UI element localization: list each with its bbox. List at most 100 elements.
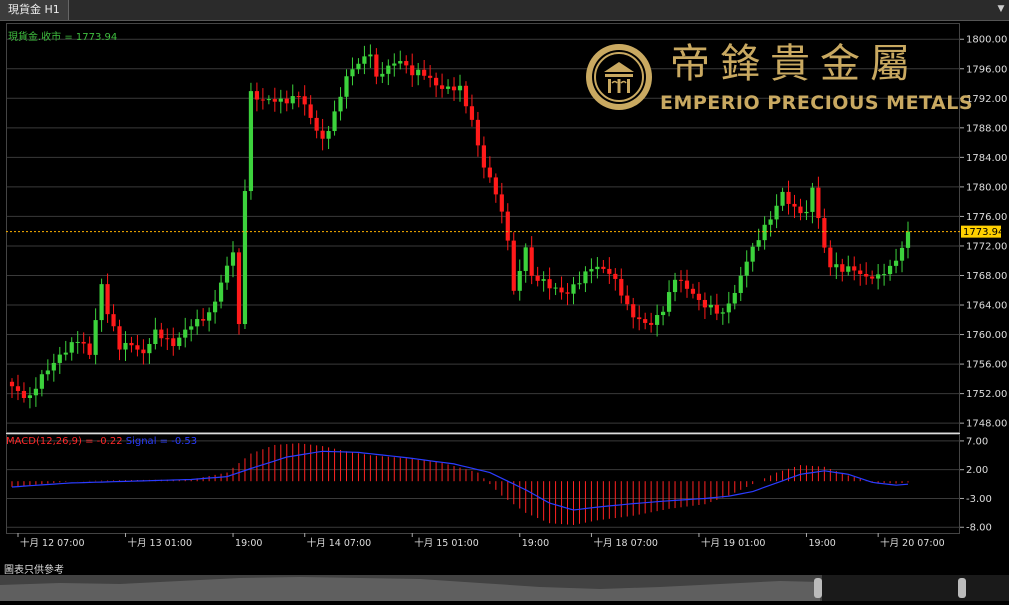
candle-body — [195, 319, 200, 327]
time-tick-label: 19:00 — [808, 538, 835, 549]
candle-body — [559, 287, 564, 293]
candle-body — [882, 274, 887, 276]
macd-tick-label: -3.00 — [966, 494, 992, 505]
candle-body — [248, 91, 254, 192]
candle-body — [278, 98, 283, 102]
price-tick-label: 1780.00 — [966, 182, 1007, 193]
candle-body — [529, 247, 534, 276]
candle-body — [290, 96, 295, 104]
logo-chinese-text: 帝鋒貴金屬 — [670, 41, 920, 87]
time-tick-label: 十月 20 07:00 — [880, 537, 945, 549]
candle-body — [428, 75, 433, 78]
candle-body — [822, 218, 827, 248]
price-tick-label: 1772.00 — [966, 241, 1007, 252]
candle-body — [643, 319, 648, 323]
candle-body — [224, 265, 230, 283]
candle-body — [720, 312, 725, 314]
candle-body — [266, 99, 271, 101]
candle-body — [511, 240, 516, 291]
candle-body — [678, 279, 684, 281]
candle-body — [852, 266, 857, 271]
candle-body — [493, 177, 498, 195]
price-tick-label: 1764.00 — [966, 301, 1007, 312]
candle-body — [905, 231, 911, 248]
price-tick-label: 1756.00 — [966, 360, 1007, 371]
price-tick-label: 1748.00 — [966, 419, 1007, 430]
price-tick-label: 1796.00 — [966, 64, 1007, 75]
candle-body — [858, 270, 863, 275]
candle-body — [786, 191, 791, 204]
candle-body — [410, 65, 415, 76]
candle-body — [272, 99, 277, 102]
candle-body — [744, 261, 749, 276]
navigator-left-handle[interactable] — [814, 578, 822, 598]
candle-body — [523, 247, 528, 271]
dropdown-arrow-icon[interactable]: ▼ — [995, 3, 1007, 15]
candle-body — [834, 264, 839, 268]
candle-body — [463, 85, 469, 107]
candle-body — [893, 260, 899, 266]
candle-body — [332, 111, 337, 132]
candle-body — [63, 352, 68, 355]
candle-body — [93, 320, 98, 355]
macd-tick-label: 2.00 — [966, 465, 988, 476]
time-tick-label: 19:00 — [235, 538, 262, 549]
candle-body — [141, 349, 146, 354]
candle-body — [535, 275, 540, 281]
candle-body — [738, 275, 743, 293]
candle-body — [398, 61, 403, 64]
candle-body — [696, 293, 702, 300]
candle-body — [51, 362, 56, 371]
candle-body — [362, 56, 367, 64]
candle-body — [571, 284, 576, 294]
candle-body — [684, 280, 690, 289]
time-tick-label: 十月 14 07:00 — [307, 537, 372, 549]
candle-body — [153, 329, 158, 344]
navigator-scrollbar[interactable] — [0, 575, 1009, 601]
candle-body — [613, 273, 618, 279]
logo-emblem-icon — [586, 44, 652, 110]
macd-label: MACD(12,26,9) = -0.22 — [6, 436, 123, 447]
candle-body — [21, 390, 27, 398]
candle-body — [469, 106, 475, 120]
candle-body — [708, 304, 713, 308]
candle-body — [577, 283, 582, 285]
candle-body — [338, 96, 343, 112]
price-tick-label: 1768.00 — [966, 271, 1007, 282]
candle-body — [732, 292, 737, 304]
candle-body — [475, 119, 481, 146]
candle-body — [439, 85, 445, 89]
candle-body — [625, 295, 630, 305]
navigator-window — [0, 575, 822, 601]
tab-chart-title[interactable]: 現貨金 H1 — [0, 0, 69, 20]
candle-body — [99, 284, 104, 321]
candle-body — [326, 131, 331, 139]
candle-body — [218, 282, 224, 302]
candle-body — [702, 299, 707, 308]
candle-body — [183, 329, 188, 338]
candle-body — [481, 145, 486, 168]
navigator-right-handle[interactable] — [958, 578, 966, 598]
candle-body — [33, 388, 38, 396]
candle-body — [374, 54, 379, 77]
candle-body — [457, 85, 463, 91]
candle-body — [9, 381, 15, 387]
candle-body — [380, 73, 385, 77]
time-tick-label: 十月 19 01:00 — [701, 537, 766, 549]
candle-body — [344, 76, 349, 97]
candle-body — [774, 205, 779, 220]
candle-body — [177, 337, 182, 347]
candle-body — [828, 247, 833, 268]
candle-body — [434, 77, 439, 86]
candle-body — [553, 287, 558, 289]
candle-body — [404, 61, 409, 66]
candle-body — [117, 326, 122, 350]
disclaimer-note: 圖表只供參考 — [4, 565, 64, 576]
candle-body — [666, 292, 672, 312]
candle-body — [165, 338, 170, 340]
candle-body — [129, 342, 134, 346]
candle-body — [864, 274, 869, 277]
price-tick-label: 1760.00 — [966, 330, 1007, 341]
candle-body — [171, 338, 176, 347]
candle-body — [368, 54, 373, 57]
